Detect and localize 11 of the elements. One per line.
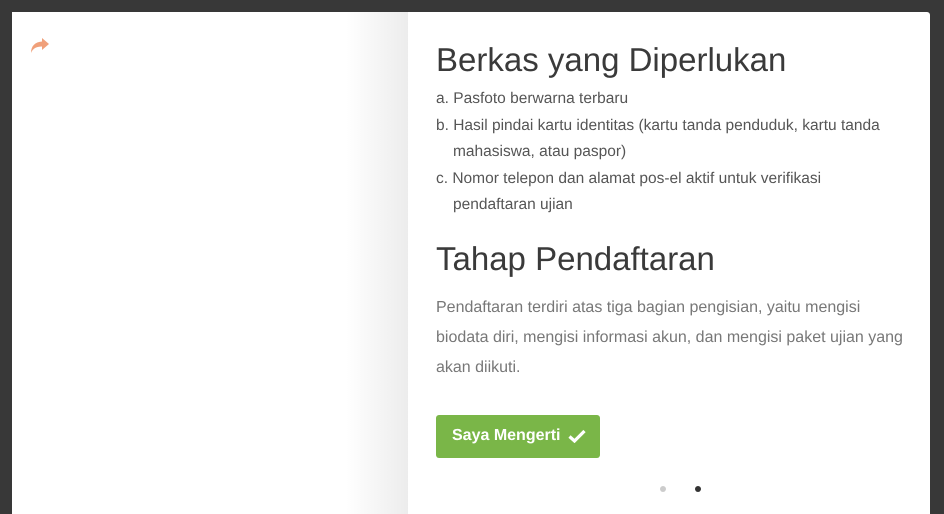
requirement-item: c. Nomor telepon dan alamat pos-el aktif untuk verifikasi pendaftaran ujian — [436, 168, 822, 215]
requirement-item: b. Hasil pindai kartu identitas (kartu tanda penduduk, kartu tanda mahasiswa, atau paspor) — [436, 116, 881, 162]
pager-dot[interactable] — [694, 486, 700, 492]
check-icon — [568, 429, 586, 443]
requirement-item: a. Pasfoto berwarna terbaru — [436, 89, 630, 109]
section-heading: Berkas yang Diperlukan — [436, 40, 788, 80]
pager-dot[interactable] — [660, 486, 666, 492]
description-text: Pendaftaran terdiri atas tiga bagian pengisian, yaitu mengisi biodata diri, mengisi informasi akun, dan mengisi paket ujian yang akan diikuti. — [436, 298, 904, 378]
understand-button[interactable]: Saya Mengerti — [436, 414, 600, 458]
section-heading: Tahap Pendaftaran — [436, 238, 716, 278]
share-icon[interactable] — [30, 38, 50, 54]
